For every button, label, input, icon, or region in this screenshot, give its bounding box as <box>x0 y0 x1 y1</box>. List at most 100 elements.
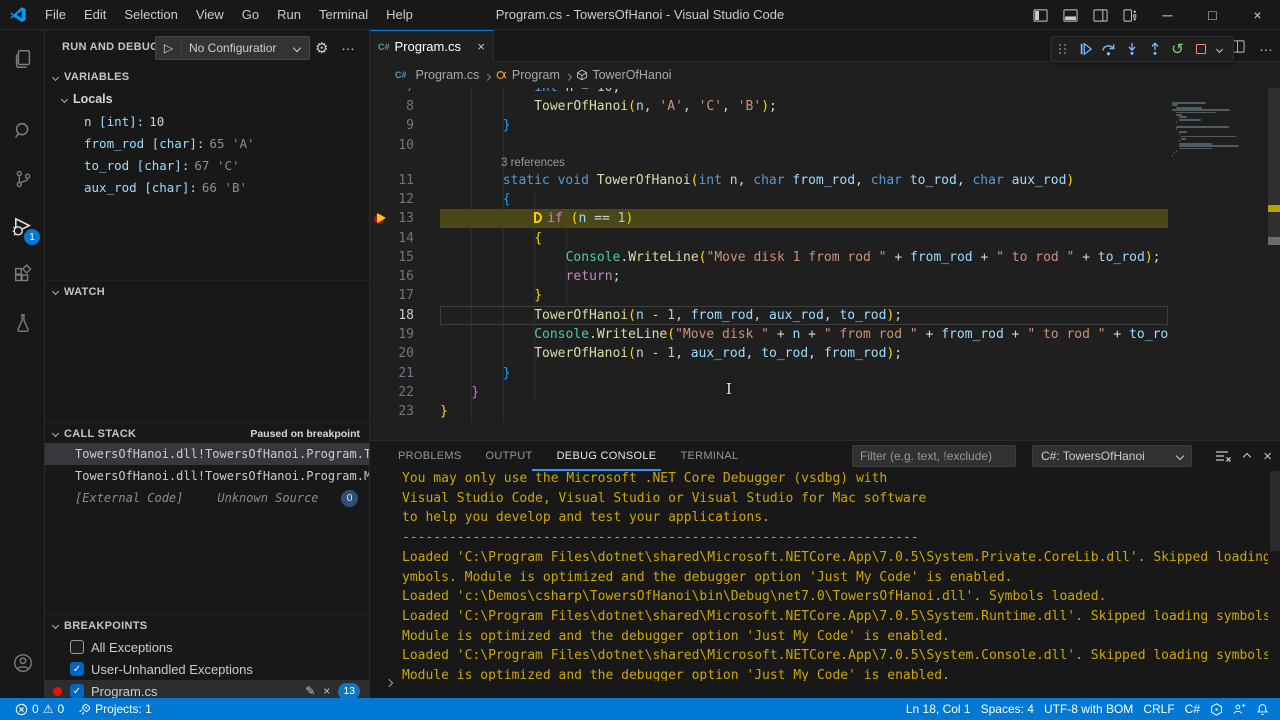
menu-item-run[interactable]: Run <box>268 0 310 30</box>
customize-layout-icon[interactable] <box>1115 0 1145 30</box>
language-mode[interactable]: C# <box>1180 698 1205 720</box>
csharp-project-icon[interactable] <box>1205 698 1228 720</box>
debug-console-output[interactable]: You may only use the Microsoft .NET Core… <box>402 469 1268 681</box>
breadcrumb-program[interactable]: Program <box>496 68 560 82</box>
scrollbar-slider[interactable] <box>1268 88 1280 238</box>
tab-close-icon[interactable]: × <box>477 39 485 54</box>
testing-icon[interactable] <box>0 300 45 345</box>
menu-item-edit[interactable]: Edit <box>75 0 115 30</box>
overview-ruler[interactable] <box>1268 88 1280 440</box>
variable-row[interactable]: to_rod [char]:67 'C' <box>45 154 370 176</box>
callstack-frame[interactable]: TowersOfHanoi.dll!TowersOfHanoi.Program.… <box>45 443 370 465</box>
extensions-icon[interactable] <box>0 252 45 297</box>
minimap[interactable] <box>1168 88 1268 440</box>
maximize-panel-icon[interactable] <box>1244 447 1250 465</box>
step-over-icon[interactable] <box>1097 37 1120 61</box>
breakpoint-row[interactable]: All Exceptions <box>45 636 370 658</box>
restart-icon[interactable]: ↺ <box>1166 37 1189 61</box>
menu-item-go[interactable]: Go <box>233 0 268 30</box>
cursor-position[interactable]: Ln 18, Col 1 <box>901 698 976 720</box>
code-line-22[interactable]: } <box>440 383 1168 402</box>
editor-more-actions-icon[interactable]: … <box>1259 38 1274 54</box>
code-line-7[interactable]: int n = 10; <box>440 88 1168 97</box>
code-line-17[interactable]: } <box>440 286 1168 305</box>
step-into-icon[interactable] <box>1120 37 1143 61</box>
views-more-actions-icon[interactable]: … <box>341 37 356 53</box>
code-line-13[interactable]: if (n == 1) <box>440 209 1168 228</box>
code-line-19[interactable]: Console.WriteLine("Move disk " + n + " f… <box>440 325 1168 344</box>
breakpoint-checkbox[interactable]: ✓ <box>70 684 84 698</box>
panel-tab-terminal[interactable]: TERMINAL <box>680 441 738 471</box>
notifications-bell-icon[interactable] <box>1251 698 1274 720</box>
source-control-icon[interactable] <box>0 156 45 201</box>
code-line-11[interactable]: static void TowerOfHanoi(int n, char fro… <box>440 171 1168 190</box>
variables-section-header[interactable]: VARIABLES <box>45 66 370 88</box>
panel-tab-debug-console[interactable]: DEBUG CONSOLE <box>557 441 657 471</box>
problems-status[interactable]: 0 ⚠ 0 <box>10 698 69 720</box>
breakpoint-row[interactable]: ✓User-Unhandled Exceptions <box>45 658 370 680</box>
panel-tab-problems[interactable]: PROBLEMS <box>398 441 462 471</box>
code-line-8[interactable]: TowerOfHanoi(n, 'A', 'C', 'B'); <box>440 97 1168 116</box>
close-button[interactable]: × <box>1235 0 1280 30</box>
edit-breakpoint-icon[interactable]: ✎ <box>305 684 315 698</box>
tab-program-cs[interactable]: C# Program.cs × <box>370 30 494 62</box>
code-line-21[interactable]: } <box>440 364 1168 383</box>
feedback-icon[interactable] <box>1228 698 1251 720</box>
code-line-14[interactable]: { <box>440 229 1168 248</box>
callstack-frame[interactable]: [External Code]Unknown Source0 <box>45 487 370 509</box>
menu-item-file[interactable]: File <box>36 0 75 30</box>
explorer-icon[interactable] <box>0 36 45 81</box>
debug-session-dropdown[interactable]: C#: TowersOfHanoi <box>1032 445 1192 467</box>
breakpoint-row[interactable]: ✓Program.cs✎×13 <box>45 680 370 698</box>
menu-item-terminal[interactable]: Terminal <box>310 0 377 30</box>
variable-row[interactable]: n [int]:10 <box>45 110 370 132</box>
breadcrumb-program-cs[interactable]: C#Program.cs <box>395 68 479 82</box>
console-filter-input[interactable] <box>852 445 1016 467</box>
call-stack-section-header[interactable]: CALL STACK Paused on breakpoint <box>45 422 370 444</box>
variable-row[interactable]: from_rod [char]:65 'A' <box>45 132 370 154</box>
start-debug-icon[interactable]: ▷ <box>156 41 182 55</box>
code-line-15[interactable]: Console.WriteLine("Move disk 1 from rod … <box>440 248 1168 267</box>
toggle-sidebar-icon[interactable] <box>1025 0 1055 30</box>
code-line-23[interactable]: } <box>440 402 1168 421</box>
projects-status[interactable]: Projects: 1 <box>73 698 157 720</box>
remove-breakpoint-icon[interactable]: × <box>323 684 330 698</box>
run-and-debug-icon[interactable]: 1 <box>0 204 45 249</box>
codelens-references[interactable]: 3 references <box>501 157 565 169</box>
breakpoints-section-header[interactable]: BREAKPOINTS <box>45 614 370 636</box>
debug-config-dropdown[interactable]: ▷ No Configuratior <box>155 36 310 60</box>
maximize-button[interactable]: □ <box>1190 0 1235 30</box>
breakpoint-checkbox[interactable] <box>70 640 84 654</box>
code-line-16[interactable]: return; <box>440 267 1168 286</box>
toolbar-drag-handle[interactable] <box>1051 37 1074 61</box>
breakpoint-checkbox[interactable]: ✓ <box>70 662 84 676</box>
code-line-9[interactable]: } <box>440 116 1168 135</box>
callstack-frame[interactable]: TowersOfHanoi.dll!TowersOfHanoi.Program.… <box>45 465 370 487</box>
code-line-18[interactable]: TowerOfHanoi(n - 1, from_rod, aux_rod, t… <box>440 306 1168 325</box>
variable-row[interactable]: aux_rod [char]:66 'B' <box>45 176 370 198</box>
breadcrumb-towerofhanoi[interactable]: TowerOfHanoi <box>576 68 671 82</box>
menu-item-selection[interactable]: Selection <box>115 0 186 30</box>
toggle-secondary-sidebar-icon[interactable] <box>1085 0 1115 30</box>
indentation[interactable]: Spaces: 4 <box>976 698 1039 720</box>
panel-scrollbar[interactable] <box>1270 471 1280 551</box>
console-input-prompt-icon[interactable] <box>386 673 392 691</box>
editor-gutter[interactable]: 7891011121314151617181920212223 <box>370 88 440 440</box>
toggle-panel-icon[interactable] <box>1055 0 1085 30</box>
eol-sequence[interactable]: CRLF <box>1138 698 1179 720</box>
close-panel-icon[interactable]: × <box>1263 448 1272 465</box>
stop-icon[interactable] <box>1189 37 1212 61</box>
panel-tab-output[interactable]: OUTPUT <box>486 441 533 471</box>
stop-dropdown-chevron-icon[interactable] <box>1212 37 1226 61</box>
search-icon[interactable] <box>0 108 45 153</box>
code-editor[interactable]: 7891011121314151617181920212223 int n = … <box>370 88 1280 440</box>
code-line-10[interactable] <box>440 136 1168 155</box>
locals-group[interactable]: Locals <box>45 88 370 110</box>
minimize-button[interactable]: ─ <box>1145 0 1190 30</box>
code-line-12[interactable]: { <box>440 190 1168 209</box>
debug-settings-gear-icon[interactable]: ⚙ <box>315 39 328 57</box>
menu-item-help[interactable]: Help <box>377 0 422 30</box>
encoding[interactable]: UTF-8 with BOM <box>1039 698 1138 720</box>
menu-item-view[interactable]: View <box>187 0 233 30</box>
accounts-icon[interactable] <box>0 640 45 685</box>
